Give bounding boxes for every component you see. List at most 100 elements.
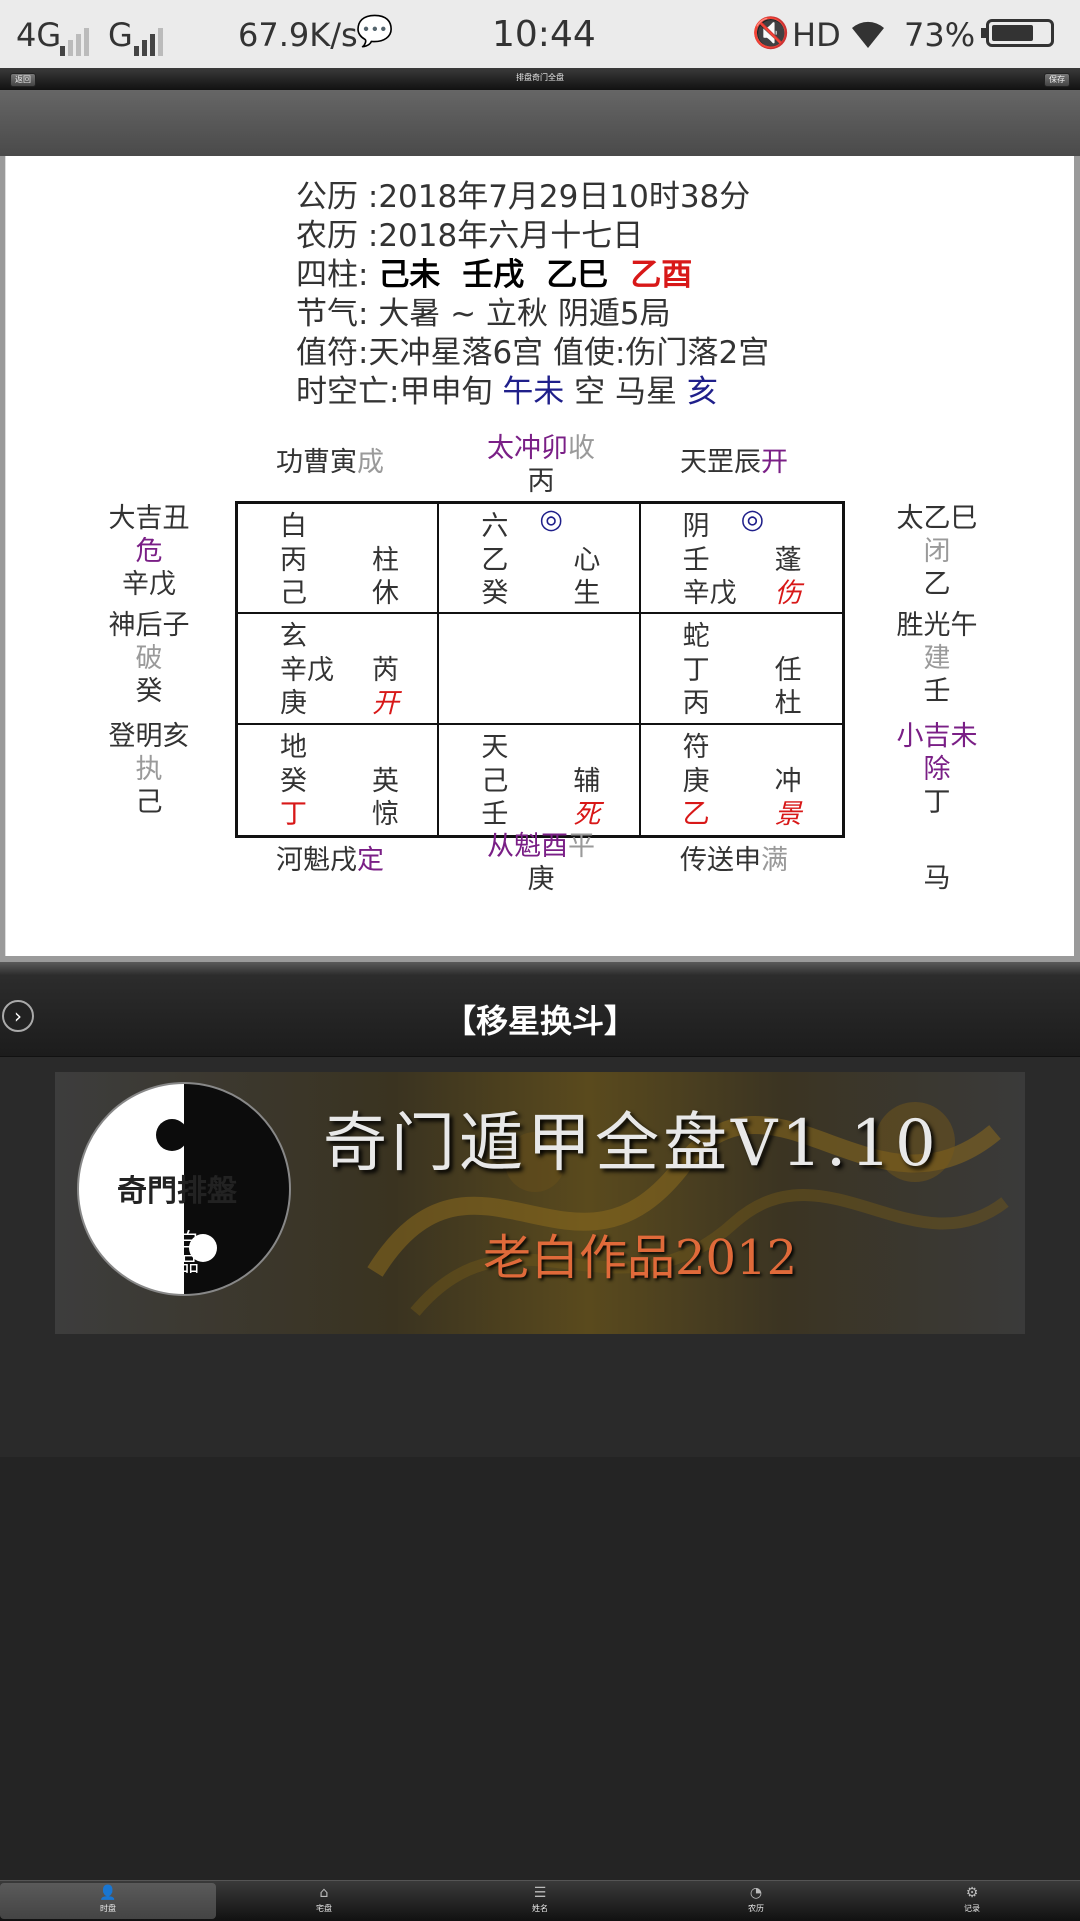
left-stem-2: 癸: [135, 676, 163, 707]
logo-text: 奇門排盤: [117, 1174, 237, 1209]
left-name-3: 登明亥: [108, 721, 190, 752]
left-label-1: 大吉丑 危 辛戊: [94, 502, 204, 601]
palace-stem-bottom: 己: [280, 578, 307, 609]
palace-door: 伤: [774, 578, 802, 609]
term-label: 节气:: [296, 296, 379, 332]
nav-item-lunar[interactable]: ◔ 农历: [648, 1883, 864, 1919]
logo-sub-line1: 老白: [159, 1228, 199, 1252]
section-divider: [0, 962, 1080, 976]
lunar-label: 农历 :: [296, 218, 379, 254]
right-stem-1: 乙: [923, 569, 951, 600]
nav-item-records[interactable]: ⚙ 记录: [864, 1883, 1080, 1919]
battery-percent: 73%: [904, 16, 976, 54]
top-right-name: 天罡辰: [680, 447, 761, 478]
hd-label: HD: [792, 16, 841, 54]
person-icon: 👤: [99, 1885, 117, 1901]
term-value: 大暑 ~ 立秋 阴遁5局: [378, 296, 671, 332]
palace-8: 天 己 辅 壬 死: [439, 724, 641, 835]
palace-6: 蛇 丁 任 丙 杜: [640, 614, 842, 725]
nav-item-hour-chart[interactable]: 👤 时盘: [0, 1883, 216, 1919]
chart-frame: 公历 :2018年7月29日10时38分 农历 :2018年六月十七日 四柱: …: [0, 156, 1080, 962]
right-name-3: 小吉未: [896, 721, 978, 752]
palace-stem-bottom: 癸: [481, 578, 509, 609]
ring-icon: ◎: [539, 504, 563, 535]
logo-sub: 老白 作品: [159, 1228, 199, 1276]
section-title: 【移星换斗】: [443, 1002, 636, 1040]
nav-item-name[interactable]: ☰ 姓名: [432, 1883, 648, 1919]
right-stem-2: 壬: [923, 676, 951, 707]
void-value: 午未: [502, 374, 565, 410]
left-status-3: 执: [135, 754, 163, 785]
left-stem-3: 己: [135, 787, 163, 818]
palace-door: 死: [573, 798, 601, 830]
top-mid-label: 太冲卯收 丙: [476, 432, 606, 498]
wechat-icon: 💬: [356, 14, 394, 49]
bottom-mid-stem: 庚: [527, 864, 555, 895]
top-left-name: 功曹寅: [276, 447, 357, 478]
banner-subtitle: 老白作品2012: [483, 1230, 798, 1286]
horse-marker: 马: [923, 863, 951, 894]
duty-row: 值符:天冲星落6宫 值使:伤门落2宫: [296, 335, 770, 371]
palace-center: [439, 614, 641, 725]
app-banner: 奇門排盤 老白 作品 奇门遁甲全盘V1.10 老白作品2012: [55, 1072, 1025, 1334]
palace-door: 生: [573, 578, 601, 609]
gregorian-label: 公历 :: [296, 179, 379, 215]
mute-icon: 🔇: [752, 16, 790, 51]
right-label-2: 胜光午 建 壬: [882, 609, 992, 708]
horse-value: 亥: [686, 374, 718, 410]
top-left-status: 成: [357, 447, 384, 478]
bottom-nav: 👤 时盘 ⌂ 宅盘 ☰ 姓名 ◔ 农历 ⚙ 记录: [0, 1880, 1080, 1921]
bottom-left-status: 定: [357, 845, 384, 876]
palace-3: 阴 ◎ 壬 蓬 辛戊 伤: [640, 504, 842, 615]
pillar-hour: 乙酉: [630, 257, 693, 293]
void-mid: 空 马星: [564, 374, 687, 410]
network-label-g: G: [108, 16, 133, 54]
network-label-4g: 4G: [16, 16, 62, 54]
void-row: 时空亡:甲申旬 午未 空 马星 亥: [296, 373, 769, 412]
battery-icon: [981, 19, 1054, 47]
logo-sub-line2: 作品: [159, 1252, 199, 1276]
left-status-2: 破: [135, 643, 163, 674]
wifi-icon: [848, 16, 888, 58]
app-title: 排盘奇门全盘: [516, 73, 564, 82]
pillar-year: 己未: [378, 257, 441, 293]
palace-4: 玄 辛戊 芮 庚 开: [238, 614, 440, 725]
bottom-mid-status: 平: [568, 831, 595, 862]
bottom-mid-name: 从魁酉: [487, 831, 568, 862]
left-status-1: 危: [135, 536, 163, 567]
toolbar-strip: [0, 90, 1080, 157]
palace-stem-bottom: 乙: [682, 798, 710, 830]
palace-door: 惊: [372, 798, 399, 830]
nav-item-house-chart[interactable]: ⌂ 宅盘: [216, 1883, 432, 1919]
signal-icon: [60, 18, 92, 56]
gear-icon: ⚙: [965, 1885, 979, 1901]
palace-1: 白 丙 柱 己 休: [238, 504, 440, 615]
bottom-mid-label: 从魁酉平 庚: [476, 830, 606, 896]
palace-door: 杜: [774, 688, 802, 720]
lunar-value: 2018年六月十七日: [378, 218, 644, 254]
pillars-label: 四柱:: [296, 257, 379, 293]
palace-door: 开: [372, 688, 399, 720]
left-name-2: 神后子: [108, 610, 190, 641]
right-stem-3: 丁: [923, 787, 951, 818]
pillar-day: 乙巳: [546, 257, 609, 293]
bottom-left-label: 河魁戌定: [276, 844, 384, 877]
palace-stem-bottom: 壬: [481, 798, 509, 830]
void-prefix: 时空亡:甲申旬: [296, 374, 503, 410]
pillar-month: 壬戌: [462, 257, 525, 293]
gregorian-row: 公历 :2018年7月29日10时38分: [296, 178, 769, 217]
palace-stem-bottom: 辛戊: [682, 578, 737, 609]
bottom-left-name: 河魁戌: [276, 845, 357, 876]
save-button[interactable]: 保存: [1044, 73, 1070, 87]
right-status-2: 建: [923, 643, 951, 674]
left-stem-1: 辛戊: [122, 569, 176, 600]
nav-label: 时盘: [100, 1904, 116, 1913]
bottom-right-label: 传送申满: [680, 844, 788, 877]
nav-label: 姓名: [532, 1904, 548, 1913]
right-status-1: 闭: [923, 536, 951, 567]
banner-area: 奇門排盤 老白 作品 奇门遁甲全盘V1.10 老白作品2012: [0, 1057, 1080, 1457]
right-label-3: 小吉未 除 丁: [882, 720, 992, 819]
palace-2: 六 ◎ 乙 心 癸 生: [439, 504, 641, 615]
bottom-right-name: 传送申: [680, 845, 761, 876]
nav-label: 宅盘: [316, 1904, 332, 1913]
